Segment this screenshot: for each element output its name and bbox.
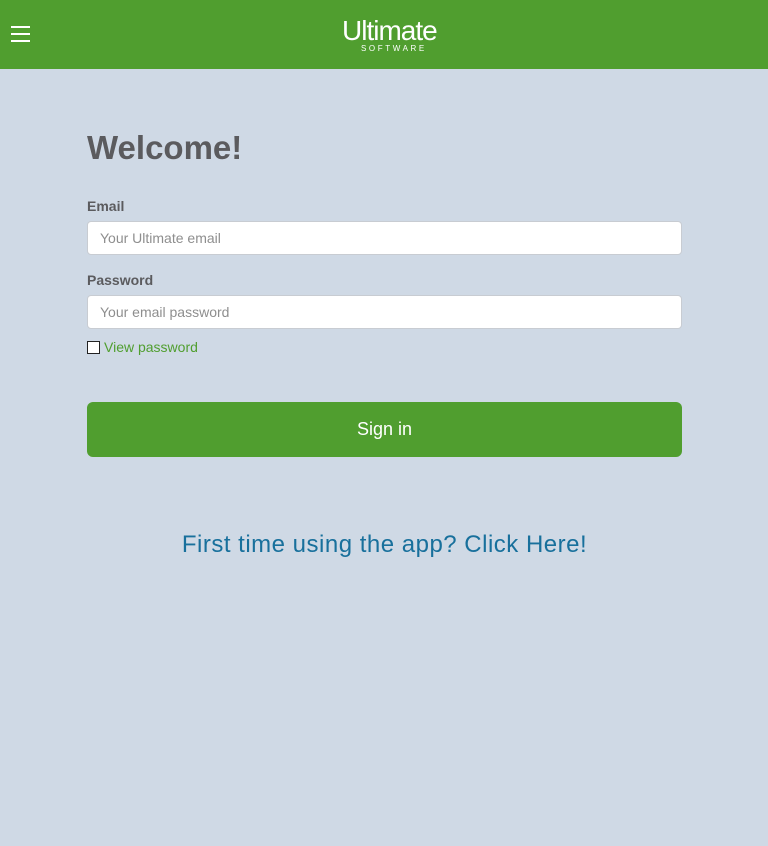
password-label: Password: [87, 272, 154, 288]
menu-bar-bottom: [11, 40, 30, 42]
menu-bar-middle: [11, 33, 30, 35]
sign-in-button[interactable]: Sign in: [87, 402, 682, 457]
menu-bar-top: [11, 26, 30, 28]
password-field[interactable]: [87, 295, 682, 329]
first-time-link[interactable]: First time using the app? Click Here!: [87, 531, 682, 559]
app-header: Ultimate SOFTWARE: [0, 0, 768, 69]
hamburger-menu-icon[interactable]: [11, 24, 31, 42]
ultimate-software-logo: Ultimate SOFTWARE: [342, 15, 448, 55]
logo-wordmark: Ultimate: [342, 15, 438, 46]
view-password-checkbox[interactable]: [87, 340, 100, 354]
logo-subtitle: SOFTWARE: [361, 44, 427, 53]
email-field[interactable]: [87, 221, 682, 255]
view-password-label[interactable]: View password: [104, 339, 198, 355]
email-label: Email: [87, 198, 125, 214]
view-password-toggle[interactable]: View password: [87, 338, 198, 356]
page-title: Welcome!: [87, 129, 243, 166]
